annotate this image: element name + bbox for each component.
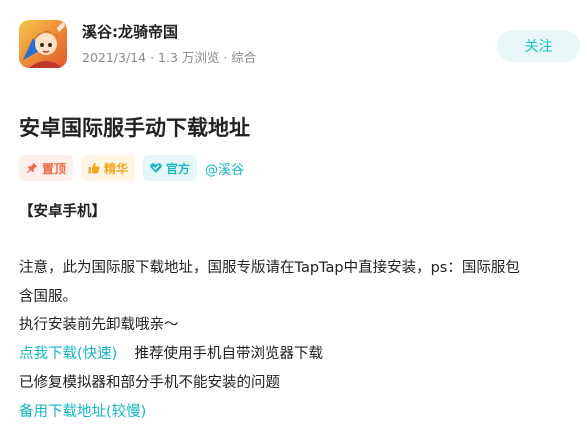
body-note-line2: 含国服。	[19, 289, 77, 305]
body-heading: 【安卓手机】	[19, 204, 106, 220]
app-name[interactable]: 溪谷:龙骑帝国	[82, 23, 178, 41]
heart-badge-icon	[150, 163, 162, 173]
body-fixed-note: 已修复模拟器和部分手机不能安装的问题	[19, 375, 280, 391]
tag-pinned: 置顶	[19, 155, 74, 181]
body-note-line1: 注意，此为国际服下载地址，国服专版请在TapTap中直接安装，ps：国际服包	[19, 260, 520, 276]
tag-featured-label: 精华	[104, 161, 129, 176]
post-title: 安卓国际服手动下载地址	[19, 116, 250, 140]
post-header: 溪谷:龙骑帝国 2021/3/14 · 1.3 万浏览 · 综合 关注	[0, 0, 587, 90]
pin-icon	[26, 162, 38, 174]
download-tip: 推荐使用手机自带浏览器下载	[134, 346, 324, 362]
tag-official-label: 官方	[166, 161, 191, 176]
post-tags: 置顶 精华 官方 @溪谷	[19, 155, 244, 181]
download-fast-link[interactable]: 点我下载(快速)	[19, 346, 117, 362]
body-uninstall-note: 执行安装前先卸载哦亲～	[19, 317, 179, 333]
download-backup-link[interactable]: 备用下载地址(较慢)	[19, 400, 146, 424]
tag-pinned-label: 置顶	[42, 161, 67, 176]
post-meta: 2021/3/14 · 1.3 万浏览 · 综合	[82, 50, 257, 65]
app-icon[interactable]	[19, 20, 67, 68]
tag-official: 官方	[143, 155, 198, 181]
follow-button[interactable]: 关注	[497, 30, 580, 62]
tag-featured: 精华	[81, 155, 136, 181]
body-download-row: 点我下载(快速) 推荐使用手机自带浏览器下载	[19, 342, 323, 366]
thumbs-up-icon	[88, 162, 100, 174]
author-link[interactable]: @溪谷	[205, 159, 244, 178]
